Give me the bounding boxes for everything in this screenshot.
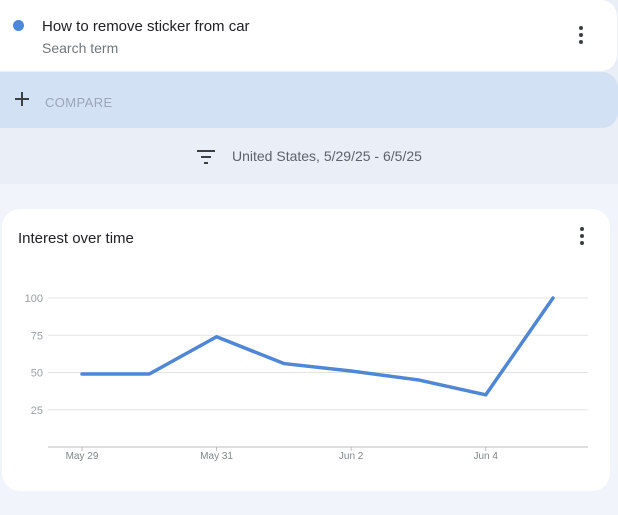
y-tick-label: 50	[31, 368, 43, 380]
search-term-title[interactable]: How to remove sticker from car	[42, 18, 250, 35]
compare-label: COMPARE	[45, 95, 113, 110]
interest-over-time-chart: 25 50 75 100 May 29 May 31 Jun 2 Jun 4	[25, 293, 588, 462]
interest-over-time-card: 25 50 75 100 May 29 May 31 Jun 2 Jun 4 Interest…	[2, 209, 610, 491]
data-point	[148, 372, 151, 376]
data-point	[484, 393, 487, 397]
data-point	[282, 362, 286, 365]
filter-icon[interactable]	[196, 149, 216, 165]
x-tick-label: May 31	[200, 451, 233, 462]
data-point	[349, 369, 353, 373]
search-term-card[interactable]: How to remove sticker from car Search te…	[0, 0, 617, 71]
trends-explore-page: How to remove sticker from car Search te…	[0, 0, 618, 515]
x-tick-label: Jun 2	[339, 451, 364, 462]
chart-title: Interest over time	[18, 230, 134, 247]
x-tick-label: Jun 4	[473, 451, 498, 462]
filter-summary[interactable]: United States, 5/29/25 - 6/5/25	[232, 148, 422, 164]
data-point	[551, 296, 555, 300]
term-color-dot	[13, 20, 24, 31]
filter-row: United States, 5/29/25 - 6/5/25	[0, 128, 618, 184]
data-point	[80, 372, 84, 376]
more-vert-icon[interactable]	[573, 225, 591, 247]
plus-icon	[15, 92, 29, 106]
y-tick-label: 25	[31, 405, 43, 417]
data-point	[417, 378, 420, 382]
x-tick-label: May 29	[66, 451, 99, 462]
series-line	[80, 296, 555, 397]
y-tick-label: 100	[25, 293, 43, 305]
search-term-subtitle: Search term	[42, 40, 119, 56]
data-point	[215, 335, 218, 338]
y-tick-label: 75	[31, 330, 43, 342]
compare-button[interactable]: COMPARE	[0, 72, 618, 128]
more-vert-icon[interactable]	[572, 24, 590, 46]
